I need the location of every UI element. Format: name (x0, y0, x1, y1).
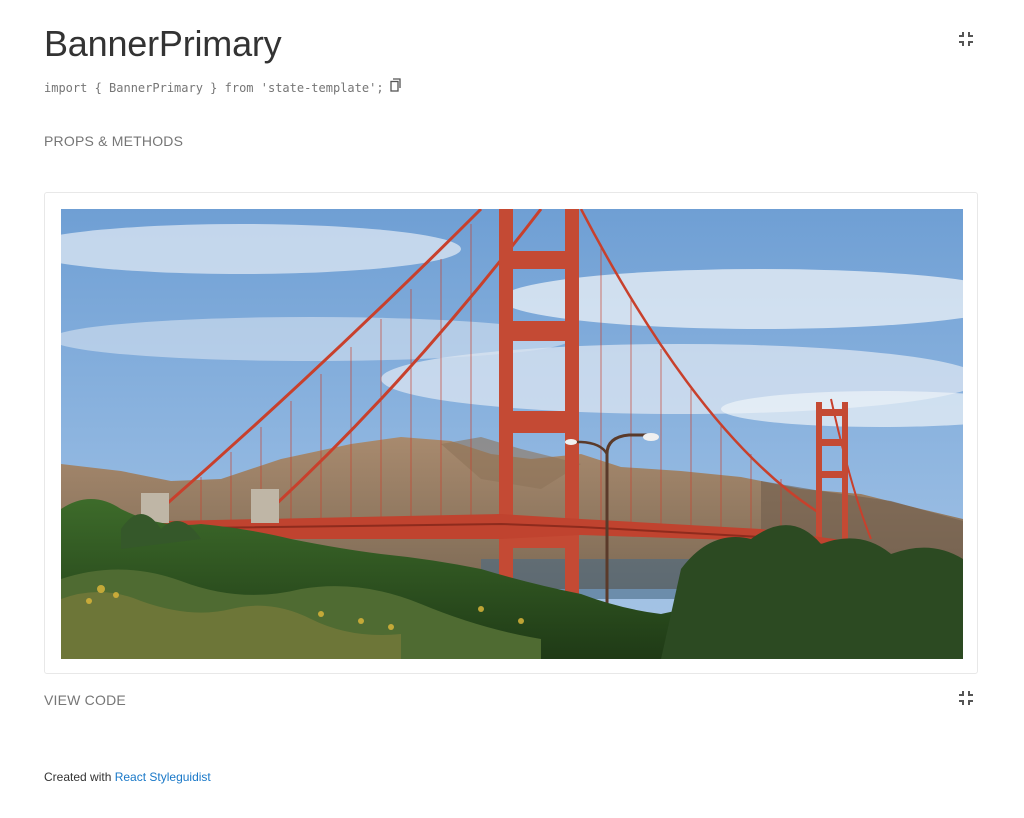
golden-gate-bridge-image (61, 209, 963, 659)
copy-button[interactable] (389, 78, 404, 92)
example-preview (44, 192, 978, 674)
minimize-icon (959, 691, 973, 705)
import-statement: import { BannerPrimary } from 'state-tem… (44, 78, 404, 97)
page-title: BannerPrimary (44, 23, 282, 64)
view-code-toggle[interactable]: VIEW CODE (44, 692, 126, 708)
minimize-icon (959, 32, 973, 46)
copy-icon (389, 78, 401, 92)
styleguidist-link[interactable]: React Styleguidist (115, 770, 211, 784)
props-methods-toggle[interactable]: PROPS & METHODS (44, 133, 183, 149)
import-code: import { BannerPrimary } from 'state-tem… (44, 81, 384, 95)
isolate-component-button[interactable] (955, 28, 977, 50)
footer: Created with React Styleguidist (44, 770, 211, 784)
banner-image (61, 209, 963, 659)
footer-prefix: Created with (44, 770, 115, 784)
isolate-example-button[interactable] (955, 687, 977, 709)
